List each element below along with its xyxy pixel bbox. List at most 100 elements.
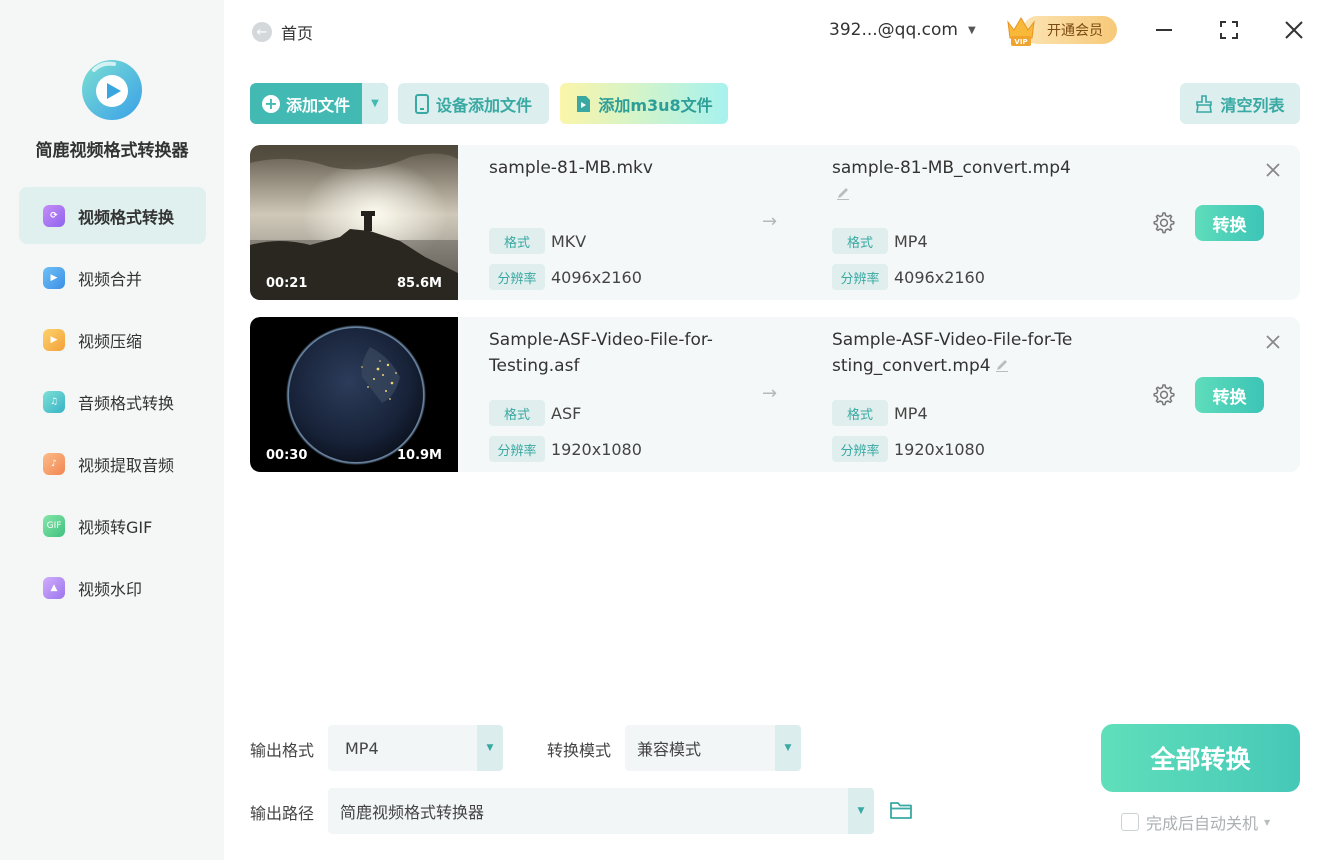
caret-down-icon: ▼ [477,725,503,771]
source-resolution-row: 分辨率 1920x1080 [489,436,642,462]
clear-list-button[interactable]: 清空列表 [1180,83,1300,124]
sidebar-item-label: 视频提取音频 [78,455,175,475]
source-format: MKV [551,231,587,251]
sidebar-item-label: 视频转GIF [78,517,153,537]
format-tag: 格式 [832,400,888,426]
folder-icon[interactable] [889,799,913,821]
output-path-select[interactable]: 简鹿视频格式转换器 ▼ [328,788,874,834]
output-format-value: MP4 [345,738,379,758]
add-file-dropdown-icon[interactable]: ▼ [362,83,388,124]
format-tag: 格式 [489,228,545,254]
sidebar: 简鹿视频格式转换器 ⟳ 视频格式转换 ▶ 视频合并 ▶ 视频压缩 ♫ 音频格式转… [0,0,224,860]
source-format-row: 格式 ASF [489,400,581,426]
sidebar-item-audio-convert[interactable]: ♫ 音频格式转换 [19,373,206,430]
resolution-tag: 分辨率 [832,264,888,290]
caret-down-icon: ▼ [1264,817,1271,827]
output-resolution: 1920x1080 [894,439,985,459]
output-format-row: 格式 MP4 [832,228,928,254]
edit-icon[interactable] [836,186,850,200]
output-path-label: 输出路径 [250,804,315,823]
format-tag: 格式 [489,400,545,426]
convert-mode-select[interactable]: 兼容模式 ▼ [625,725,801,771]
vip-label: 开通会员 [1023,16,1117,44]
convert-all-button[interactable]: 全部转换 [1101,724,1300,792]
remove-file-icon[interactable] [1264,161,1282,179]
sidebar-item-extract-audio[interactable]: ♪ 视频提取音频 [19,435,206,492]
audio-convert-icon: ♫ [43,390,65,413]
caret-down-icon: ▼ [848,788,874,834]
source-file-name: sample-81-MB.mkv [489,158,653,178]
auto-shutdown-checkbox[interactable]: 完成后自动关机 ▼ [1121,810,1270,834]
output-file-name[interactable]: Sample-ASF-Video-File-for-Testing_conver… [832,327,1077,379]
back-arrow-icon: ← [252,22,272,42]
sidebar-item-watermark[interactable]: ▲ 视频水印 [19,559,206,616]
gif-icon: GIF [43,514,65,537]
sidebar-item-label: 视频压缩 [78,331,143,351]
output-format-select[interactable]: MP4 ▼ [328,725,503,771]
home-link[interactable]: ← 首页 [252,20,313,44]
maximize-icon[interactable] [1217,18,1241,42]
settings-gear-icon[interactable] [1150,210,1176,236]
watermark-icon: ▲ [43,576,65,599]
source-resolution: 1920x1080 [551,439,642,459]
video-duration: 00:30 [266,448,308,463]
convert-button[interactable]: 转换 [1195,205,1264,241]
remove-file-icon[interactable] [1264,333,1282,351]
sidebar-item-video-compress[interactable]: ▶ 视频压缩 [19,311,206,368]
source-resolution: 4096x2160 [551,267,642,287]
video-thumbnail[interactable]: 00:30 10.9M [250,317,458,472]
checkbox-icon[interactable] [1121,813,1139,831]
add-file-button[interactable]: + 添加文件 ▼ [250,83,388,124]
sidebar-nav: ⟳ 视频格式转换 ▶ 视频合并 ▶ 视频压缩 ♫ 音频格式转换 ♪ 视频提取音频… [19,187,206,621]
sidebar-item-label: 视频格式转换 [78,207,175,227]
sidebar-item-video-convert[interactable]: ⟳ 视频格式转换 [19,187,206,244]
convert-button[interactable]: 转换 [1195,377,1264,413]
minimize-icon[interactable] [1152,18,1176,42]
output-resolution-row: 分辨率 1920x1080 [832,436,985,462]
add-file-label: 添加文件 [285,95,350,115]
source-file-name: Sample-ASF-Video-File-for-Testing.asf [489,330,713,376]
output-file-name-text: sample-81-MB_convert.mp4 [832,158,1071,178]
video-convert-icon: ⟳ [43,204,65,227]
output-format-row: 格式 MP4 [832,400,928,426]
add-m3u8-button[interactable]: 添加m3u8文件 [560,83,728,124]
sidebar-item-label: 视频合并 [78,269,143,289]
svg-text:VIP: VIP [1014,38,1027,46]
output-resolution-row: 分辨率 4096x2160 [832,264,985,290]
caret-down-icon: ▼ [967,24,976,36]
output-resolution: 4096x2160 [894,267,985,287]
extract-audio-icon: ♪ [43,452,65,475]
video-compress-icon: ▶ [43,328,65,351]
output-path-value: 简鹿视频格式转换器 [340,803,485,822]
arrow-right-icon: → [762,211,778,232]
auto-shutdown-label: 完成后自动关机 [1146,814,1259,833]
video-thumbnail[interactable]: 00:21 85.6M [250,145,458,300]
edit-icon[interactable] [995,358,1009,372]
sidebar-item-label: 视频水印 [78,579,143,599]
video-merge-icon: ▶ [43,266,65,289]
settings-gear-icon[interactable] [1150,382,1176,408]
plus-icon: + [261,94,280,113]
home-label: 首页 [281,24,314,43]
device-add-file-button[interactable]: 设备添加文件 [398,83,549,124]
caret-down-icon: ▼ [775,725,801,771]
account-dropdown[interactable]: 392...@qq.com ▼ [829,20,976,40]
file-card: 00:30 10.9M Sample-ASF-Video-File-for-Te… [250,317,1300,472]
output-file-name[interactable]: sample-81-MB_convert.mp4 [832,155,1072,207]
sidebar-item-video-merge[interactable]: ▶ 视频合并 [19,249,206,306]
m3u8-file-icon [577,95,591,112]
resolution-tag: 分辨率 [832,436,888,462]
crown-icon: VIP [1007,17,1035,46]
output-format: MP4 [894,231,928,251]
source-format-row: 格式 MKV [489,228,586,254]
vip-button[interactable]: 开通会员 VIP [1005,12,1117,48]
clear-list-label: 清空列表 [1220,95,1285,115]
video-duration: 00:21 [266,276,308,291]
app-logo-icon [82,60,142,120]
close-window-icon[interactable] [1282,18,1306,42]
phone-icon [414,93,429,114]
sidebar-item-video-to-gif[interactable]: GIF 视频转GIF [19,497,206,554]
arrow-right-icon: → [762,383,778,404]
video-size: 10.9M [396,448,442,463]
resolution-tag: 分辨率 [489,436,545,462]
